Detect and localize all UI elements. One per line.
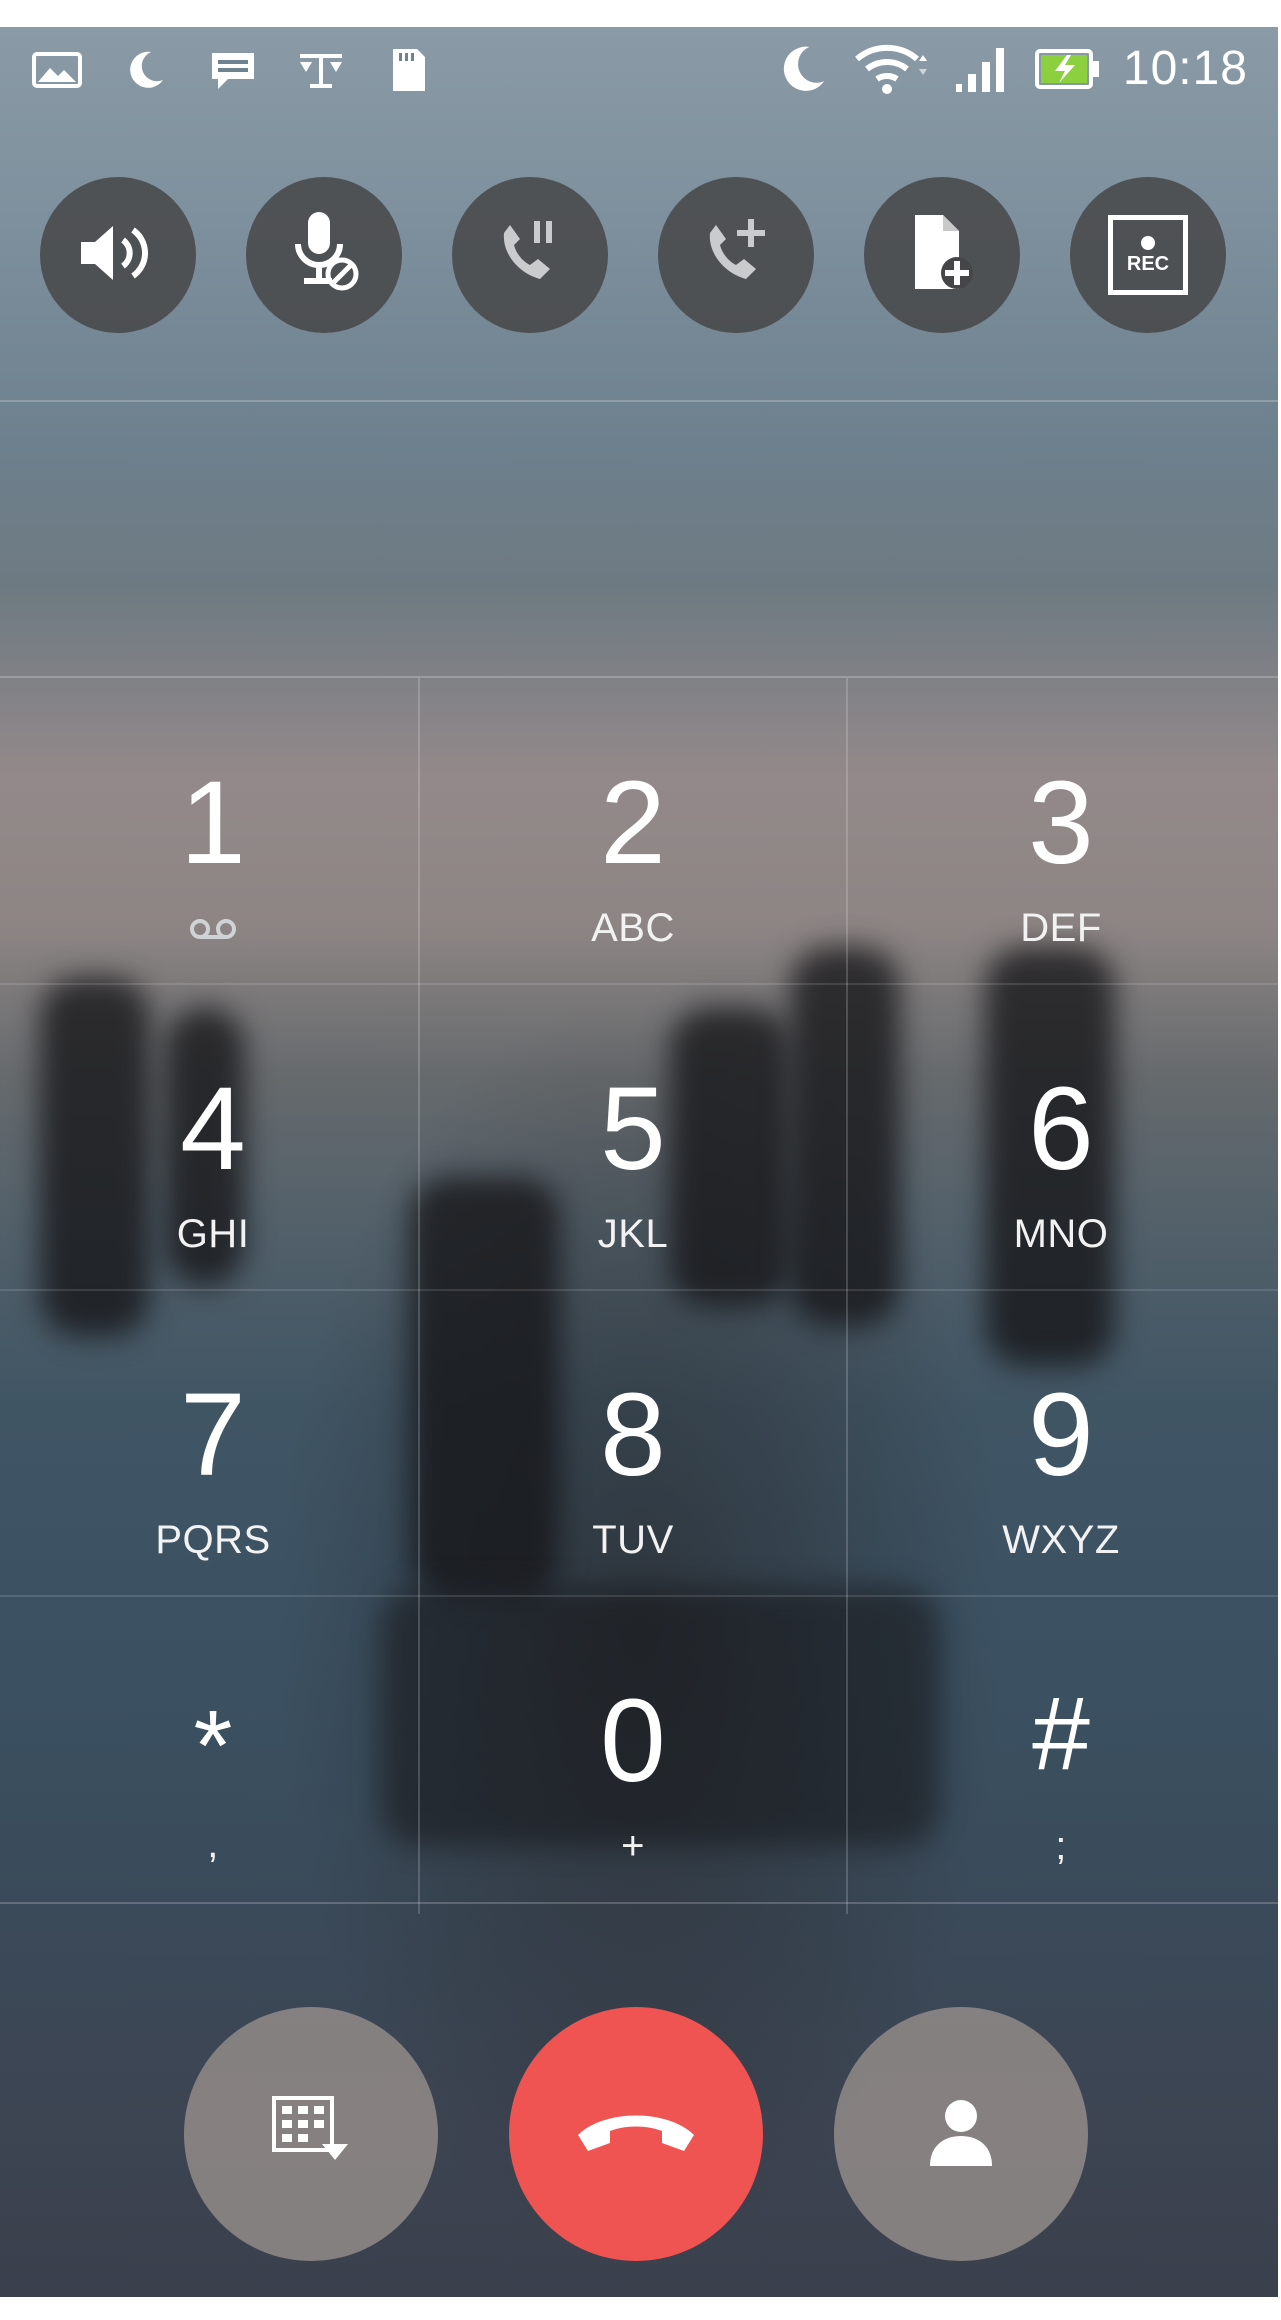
key-letters: WXYZ — [1002, 1518, 1120, 1562]
key-digit: 7 — [180, 1369, 246, 1501]
mic-off-icon — [284, 208, 364, 303]
dialpad-key-star[interactable]: * , — [0, 1596, 426, 1902]
speaker-icon — [73, 218, 163, 293]
add-call-button[interactable] — [658, 177, 814, 333]
record-icon: REC — [1108, 215, 1188, 295]
moon-icon — [775, 42, 829, 96]
phone-hangup-icon — [574, 2107, 698, 2162]
dialpad-key-8[interactable]: 8 TUV — [420, 1290, 846, 1596]
dialpad-key-hash[interactable]: # ; — [848, 1596, 1274, 1902]
divider — [0, 400, 1278, 402]
key-letters: DEF — [1020, 906, 1102, 950]
scale-icon — [294, 43, 348, 97]
key-digit: 6 — [1028, 1063, 1094, 1195]
phone-add-icon — [696, 213, 776, 298]
key-digit: 1 — [180, 757, 246, 889]
sd-card-icon — [382, 43, 436, 97]
key-digit: 4 — [180, 1063, 246, 1195]
dialpad-key-7[interactable]: 7 PQRS — [0, 1290, 426, 1596]
dialpad-hide-icon — [268, 2092, 354, 2177]
message-icon — [206, 43, 260, 97]
in-call-screen: 10:18 REC 1 2 ABC 3 DEF 4 GHI 5 JKL 6 MN… — [0, 27, 1278, 2297]
key-digit: 8 — [600, 1369, 666, 1501]
wifi-icon — [851, 42, 931, 96]
dialpad-key-1[interactable]: 1 — [0, 678, 426, 984]
end-call-button[interactable] — [509, 2007, 763, 2261]
key-digit: # — [1032, 1676, 1090, 1792]
signal-icon — [953, 42, 1013, 96]
moon-icon — [118, 43, 172, 97]
contacts-button[interactable] — [834, 2007, 1088, 2261]
dialpad-key-9[interactable]: 9 WXYZ — [848, 1290, 1274, 1596]
status-bar: 10:18 — [0, 27, 1278, 117]
dialpad-key-2[interactable]: 2 ABC — [420, 678, 846, 984]
mute-button[interactable] — [246, 177, 402, 333]
add-note-button[interactable] — [864, 177, 1020, 333]
phone-hold-icon — [490, 213, 570, 298]
key-letters: + — [621, 1824, 645, 1868]
key-letters: , — [207, 1822, 219, 1866]
key-digit: 0 — [600, 1675, 666, 1807]
dialpad-key-6[interactable]: 6 MNO — [848, 984, 1274, 1290]
dialpad-divider — [0, 1902, 1278, 1904]
status-time: 10:18 — [1122, 42, 1248, 95]
key-digit: 2 — [600, 757, 666, 889]
key-digit: 5 — [600, 1063, 666, 1195]
note-add-icon — [907, 211, 977, 300]
hold-button[interactable] — [452, 177, 608, 333]
key-digit: 9 — [1028, 1369, 1094, 1501]
record-button[interactable]: REC — [1070, 177, 1226, 333]
speaker-button[interactable] — [40, 177, 196, 333]
dialpad-key-5[interactable]: 5 JKL — [420, 984, 846, 1290]
voicemail-icon — [188, 906, 238, 952]
key-digit: * — [193, 1690, 233, 1802]
key-digit: 3 — [1028, 757, 1094, 889]
key-letters: TUV — [592, 1518, 674, 1562]
call-actions-bar: REC — [0, 177, 1278, 337]
key-letters: JKL — [597, 1212, 669, 1256]
dialpad: 1 2 ABC 3 DEF 4 GHI 5 JKL 6 MNO 7 PQRS 8… — [0, 678, 1278, 1914]
key-letters: ; — [1055, 1824, 1067, 1868]
key-letters: ABC — [591, 906, 675, 950]
person-icon — [926, 2096, 996, 2173]
hide-dialpad-button[interactable] — [184, 2007, 438, 2261]
dialpad-key-4[interactable]: 4 GHI — [0, 984, 426, 1290]
battery-charging-icon — [1034, 42, 1101, 96]
dialpad-key-3[interactable]: 3 DEF — [848, 678, 1274, 984]
key-letters: MNO — [1013, 1212, 1109, 1256]
key-letters: PQRS — [155, 1518, 271, 1562]
key-letters: GHI — [176, 1212, 250, 1256]
dialpad-key-0[interactable]: 0 + — [420, 1596, 846, 1902]
record-label: REC — [1126, 253, 1170, 275]
gallery-icon — [30, 43, 84, 97]
